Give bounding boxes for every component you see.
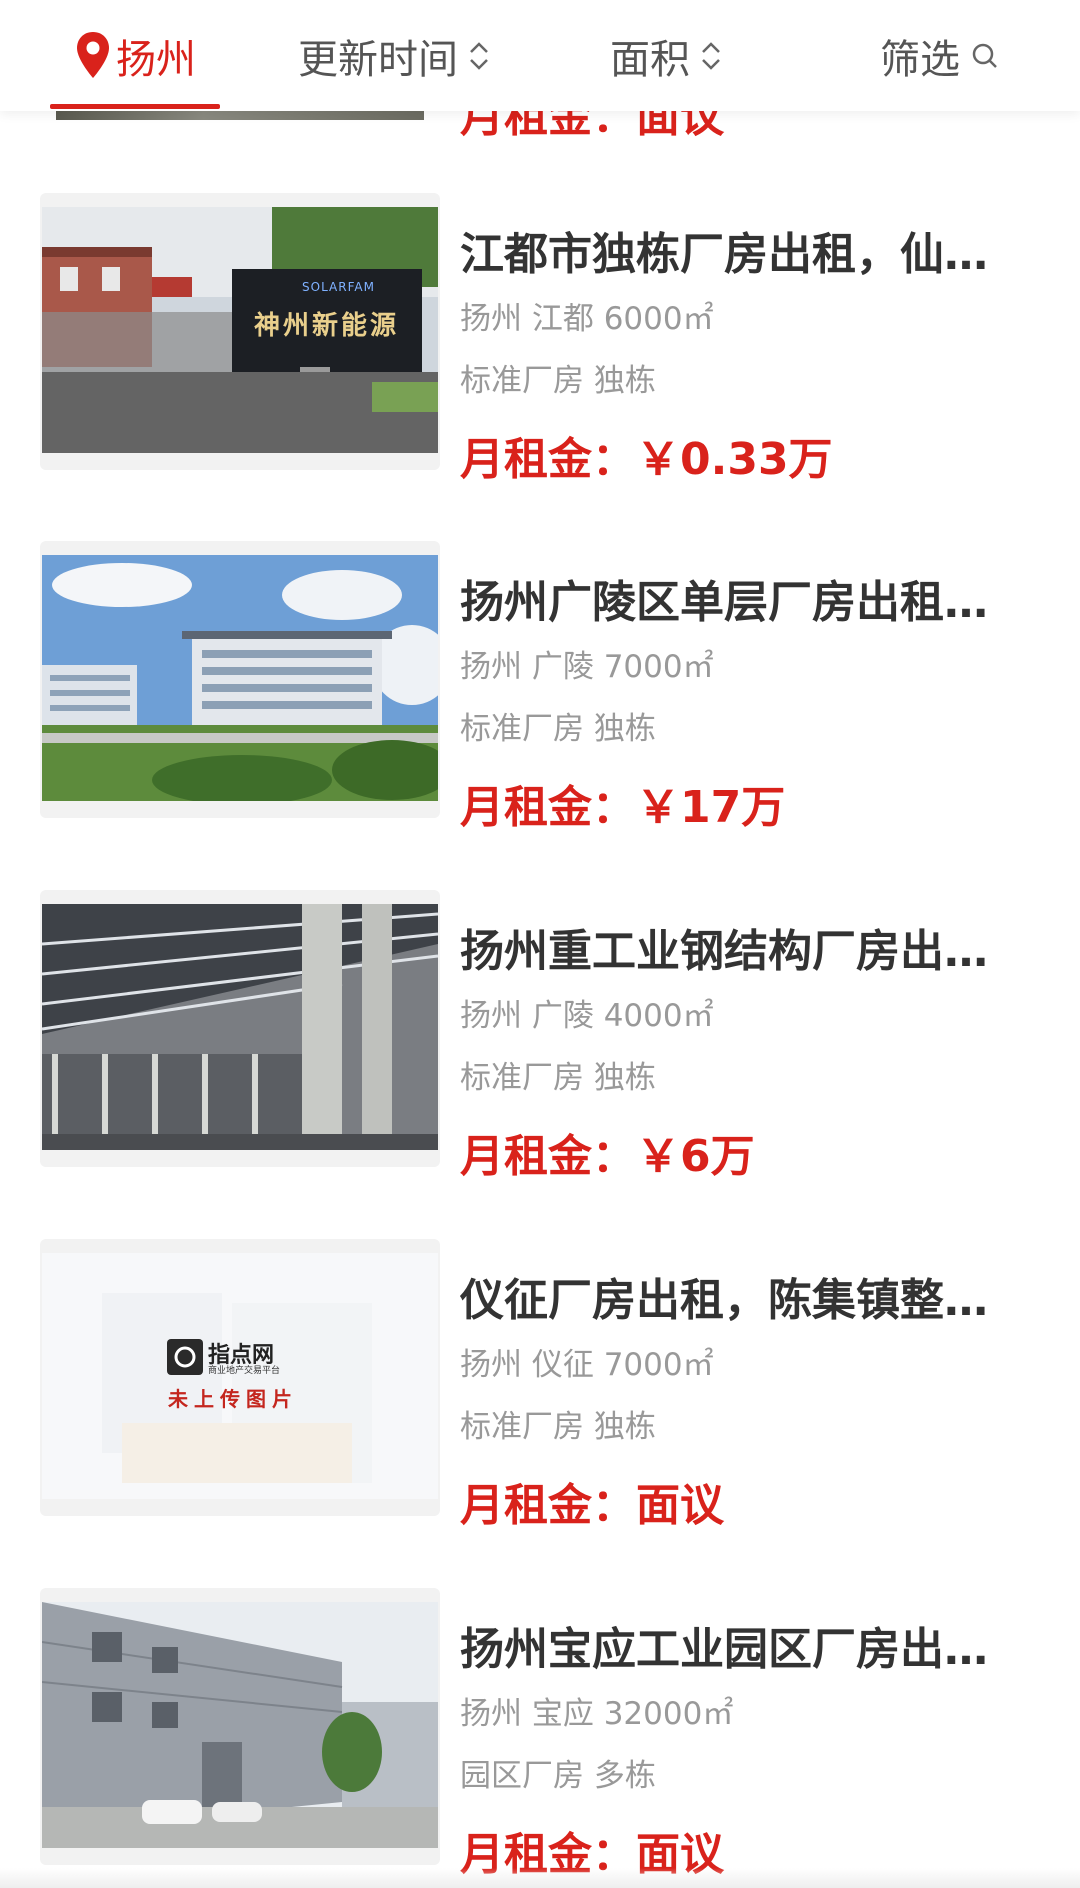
industrial-park-photo-image bbox=[42, 1602, 438, 1848]
sort-by-area[interactable]: 面积 bbox=[610, 26, 722, 86]
listing-location-area: 扬州 宝应 32000㎡ bbox=[460, 1696, 734, 1732]
listing-title[interactable]: 仪征厂房出租，陈集镇整… bbox=[460, 1264, 1000, 1328]
building-photo-image bbox=[42, 555, 438, 801]
listing-card[interactable]: SOLARFAM 神州新能源 江都市独栋厂房出租，仙… 扬州 江都 6000㎡ … bbox=[0, 193, 1080, 493]
location-pin-icon bbox=[77, 32, 109, 78]
filter-bar: 扬州 更新时间 面积 筛选 bbox=[0, 0, 1080, 111]
listing-tags: 园区厂房 多栋 bbox=[460, 1758, 656, 1794]
image-sign-text: 神州新能源 bbox=[254, 311, 400, 341]
listing-price: 月租金：￥6万 bbox=[460, 1131, 755, 1182]
search-icon bbox=[972, 43, 997, 68]
listing-title[interactable]: 江都市独栋厂房出租，仙… bbox=[460, 218, 1000, 282]
listing-title[interactable]: 扬州重工业钢结构厂房出… bbox=[460, 915, 1000, 979]
listing-thumbnail[interactable] bbox=[40, 890, 440, 1167]
sort-by-update-time[interactable]: 更新时间 bbox=[298, 26, 490, 86]
city-selector[interactable]: 扬州 bbox=[74, 26, 196, 86]
listing-card[interactable]: 扬州宝应工业园区厂房出… 扬州 宝应 32000㎡ 园区厂房 多栋 月租金：面议 bbox=[0, 1588, 1080, 1888]
listing-location-area: 扬州 江都 6000㎡ bbox=[460, 301, 714, 337]
sort-area-label: 面积 bbox=[610, 37, 690, 83]
steel-structure-photo-image bbox=[42, 904, 438, 1150]
listing-thumbnail[interactable]: 指点网 商业地产交易平台 未上传图片 bbox=[40, 1239, 440, 1516]
listing-thumbnail[interactable] bbox=[40, 541, 440, 818]
listing-location-area: 扬州 广陵 4000㎡ bbox=[460, 998, 714, 1034]
listing-tags: 标准厂房 独栋 bbox=[460, 1409, 656, 1445]
listing-price: 月租金：￥17万 bbox=[460, 782, 786, 833]
filter-label: 筛选 bbox=[880, 37, 960, 83]
bottom-edge-shadow bbox=[0, 1868, 1080, 1888]
listing-title[interactable]: 扬州广陵区单层厂房出租… bbox=[460, 566, 1000, 630]
listing-location-area: 扬州 广陵 7000㎡ bbox=[460, 649, 714, 685]
listing-tags: 标准厂房 独栋 bbox=[460, 1060, 656, 1096]
listing-title[interactable]: 扬州宝应工业园区厂房出… bbox=[460, 1613, 1000, 1677]
listing-thumbnail[interactable] bbox=[40, 1588, 440, 1865]
listing-card[interactable]: 指点网 商业地产交易平台 未上传图片 仪征厂房出租，陈集镇整… 扬州 仪征 70… bbox=[0, 1239, 1080, 1539]
logo-icon bbox=[167, 1339, 203, 1375]
listing-location-area: 扬州 仪征 7000㎡ bbox=[460, 1347, 714, 1383]
sort-arrows-icon bbox=[468, 39, 490, 73]
listing-tags: 标准厂房 独栋 bbox=[460, 363, 656, 399]
listing-price: 月租金：面议 bbox=[460, 1480, 724, 1531]
sort-update-label: 更新时间 bbox=[298, 37, 458, 83]
listing-price: 月租金：￥0.33万 bbox=[460, 434, 833, 485]
placeholder-photo-image bbox=[42, 1253, 438, 1499]
listing-thumbnail[interactable]: SOLARFAM 神州新能源 bbox=[40, 193, 440, 470]
listing-card[interactable]: 扬州广陵区单层厂房出租… 扬州 广陵 7000㎡ 标准厂房 独栋 月租金：￥17… bbox=[0, 541, 1080, 841]
logo-subtitle: 商业地产交易平台 bbox=[208, 1366, 281, 1376]
filter-button[interactable]: 筛选 bbox=[880, 26, 1000, 86]
listing-card[interactable]: 扬州重工业钢结构厂房出… 扬州 广陵 4000㎡ 标准厂房 独栋 月租金：￥6万 bbox=[0, 890, 1080, 1190]
city-label: 扬州 bbox=[116, 37, 196, 83]
image-sign-text: SOLARFAM bbox=[302, 280, 375, 294]
active-tab-underline bbox=[50, 104, 220, 109]
listing-tags: 标准厂房 独栋 bbox=[460, 711, 656, 747]
no-image-text: 未上传图片 bbox=[168, 1387, 298, 1411]
sort-arrows-icon bbox=[700, 39, 722, 73]
